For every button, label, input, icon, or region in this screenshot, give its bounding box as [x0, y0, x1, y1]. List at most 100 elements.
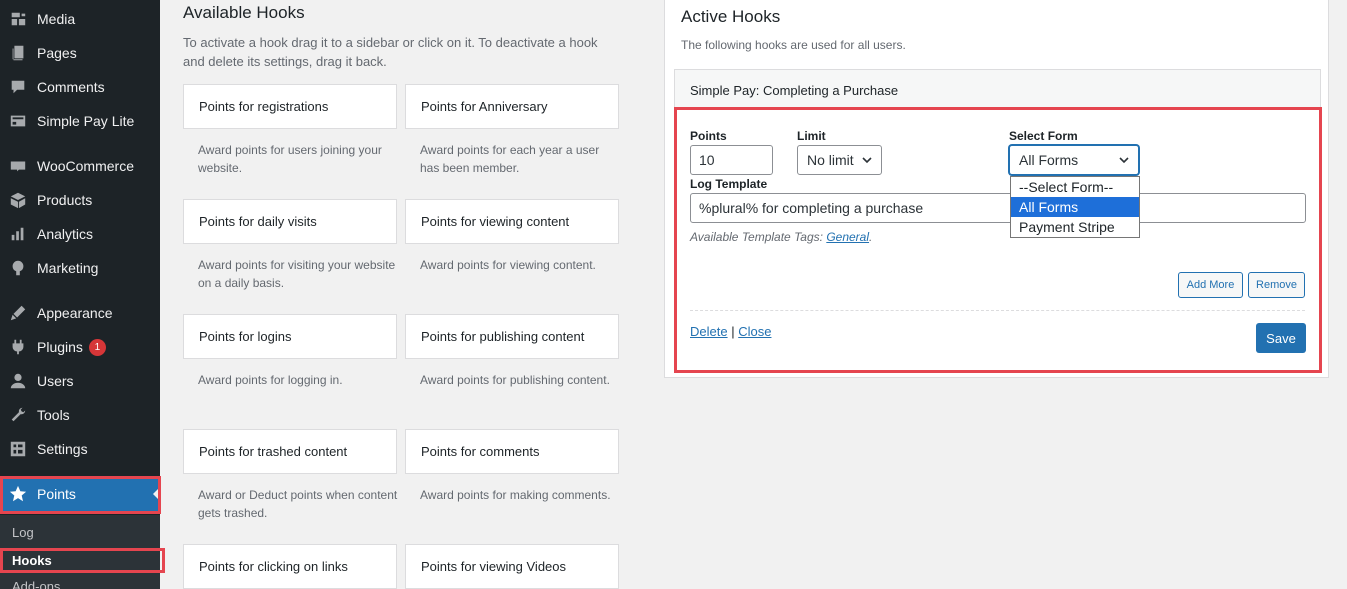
sidebar-item-analytics[interactable]: Analytics — [0, 217, 160, 251]
sidebar-item-label: Points — [37, 486, 76, 502]
sidebar-item-label: Users — [37, 373, 74, 389]
hook-description: Award points for each year a user has be… — [420, 143, 600, 175]
select-form-value: All Forms — [1019, 152, 1079, 168]
log-template-label: Log Template — [690, 177, 768, 191]
tools-icon — [0, 406, 36, 424]
hook-title: Points for logins — [199, 329, 292, 344]
hook-points-for-registrations[interactable]: Points for registrations — [183, 84, 397, 129]
submenu-item-add-ons[interactable]: Add-ons — [12, 579, 60, 589]
settings-icon — [0, 440, 36, 458]
points-input-value: 10 — [699, 152, 715, 168]
active-hook-title: Simple Pay: Completing a Purchase — [690, 82, 899, 98]
close-link[interactable]: Close — [738, 324, 771, 339]
hook-description: Award points for users joining your webs… — [198, 143, 382, 175]
hook-points-for-comments[interactable]: Points for comments — [405, 429, 619, 474]
sidebar-item-label: Analytics — [37, 226, 94, 242]
marketing-icon — [0, 259, 36, 277]
limit-select-value: No limit — [807, 152, 854, 168]
hook-actions: Delete | Close — [690, 324, 771, 339]
plugins-icon — [0, 338, 36, 356]
hook-title: Points for trashed content — [199, 444, 348, 459]
save-button[interactable]: Save — [1256, 323, 1306, 353]
sidebar-item-label: Comments — [37, 79, 105, 95]
sidebar-item-marketing[interactable]: Marketing — [0, 251, 160, 285]
points-label: Points — [690, 129, 727, 143]
sidebar-item-media[interactable]: Media — [0, 2, 160, 36]
sidebar-item-label: Plugins — [37, 339, 83, 355]
sidebar-item-label: Tools — [37, 407, 70, 423]
update-count-badge: 1 — [88, 338, 106, 356]
hook-points-for-daily-visits[interactable]: Points for daily visits — [183, 199, 397, 244]
hook-title: Points for comments — [421, 444, 540, 459]
active-hooks-description: The following hooks are used for all use… — [681, 38, 906, 52]
hook-description: Award or Deduct points when content gets… — [198, 488, 398, 520]
actions-separator: | — [731, 324, 735, 339]
hook-points-for-publishing-content[interactable]: Points for publishing content — [405, 314, 619, 359]
chevron-down-icon — [1119, 157, 1129, 164]
available-hooks-title: Available Hooks — [183, 3, 305, 22]
sidebar-item-comments[interactable]: Comments — [0, 70, 160, 104]
template-tags-suffix: . — [869, 230, 873, 244]
hook-title: Points for daily visits — [199, 214, 317, 229]
template-tags: Available Template Tags: General. — [690, 230, 872, 244]
simple-pay-icon — [0, 112, 36, 130]
sidebar-item-products[interactable]: Products — [0, 183, 160, 217]
sidebar-item-label: Media — [37, 11, 76, 27]
comments-icon — [0, 78, 36, 96]
sidebar-item-tools[interactable]: Tools — [0, 398, 160, 432]
available-hooks-description: To activate a hook drag it to a sidebar … — [183, 35, 598, 69]
sidebar-item-woocommerce[interactable]: WooCommerce — [0, 149, 160, 183]
active-hook-header[interactable]: Simple Pay: Completing a Purchase — [674, 69, 1321, 111]
hook-points-for-viewing-videos[interactable]: Points for viewing Videos — [405, 544, 619, 589]
media-icon — [0, 10, 36, 28]
dropdown-option[interactable]: --Select Form-- — [1011, 177, 1139, 197]
sidebar-item-pages[interactable]: Pages — [0, 36, 160, 70]
hook-points-for-clicking-on-links[interactable]: Points for clicking on links — [183, 544, 397, 589]
sidebar-item-users[interactable]: Users — [0, 364, 160, 398]
remove-button[interactable]: Remove — [1248, 272, 1305, 298]
sidebar-item-points[interactable]: Points — [0, 477, 160, 511]
limit-label: Limit — [797, 129, 826, 143]
points-input[interactable]: 10 — [690, 145, 773, 175]
hook-title: Points for Anniversary — [421, 99, 548, 114]
sidebar-item-label: Products — [37, 192, 93, 208]
hook-points-for-trashed-content[interactable]: Points for trashed content — [183, 429, 397, 474]
sidebar-item-label: Marketing — [37, 260, 99, 276]
hook-points-for-viewing-content[interactable]: Points for viewing content — [405, 199, 619, 244]
products-icon — [0, 191, 36, 209]
add-more-button[interactable]: Add More — [1178, 272, 1243, 298]
hook-points-for-anniversary[interactable]: Points for Anniversary — [405, 84, 619, 129]
admin-sidebar: Media Pages Comments Simple Pay Lite Woo… — [0, 0, 165, 589]
hook-description: Award points for making comments. — [420, 488, 611, 502]
sidebar-item-plugins[interactable]: Plugins 1 — [0, 330, 160, 364]
dropdown-option-selected[interactable]: All Forms — [1011, 197, 1139, 217]
active-hooks-title: Active Hooks — [681, 7, 781, 26]
sidebar-item-appearance[interactable]: Appearance — [0, 296, 160, 330]
submenu-item-hooks[interactable]: Hooks — [12, 553, 52, 568]
hook-points-for-logins[interactable]: Points for logins — [183, 314, 397, 359]
delete-link[interactable]: Delete — [690, 324, 728, 339]
sidebar-item-settings[interactable]: Settings — [0, 432, 160, 466]
appearance-icon — [0, 304, 36, 322]
current-menu-arrow — [153, 487, 160, 501]
hook-title: Points for registrations — [199, 99, 329, 114]
sidebar-item-simple-pay-lite[interactable]: Simple Pay Lite — [0, 104, 160, 138]
log-template-input[interactable]: %plural% for completing a purchase — [690, 193, 1306, 223]
hook-title: Points for clicking on links — [199, 559, 348, 574]
general-tags-link[interactable]: General — [826, 230, 869, 244]
analytics-icon — [0, 225, 36, 243]
select-form-label: Select Form — [1009, 129, 1078, 143]
sidebar-item-label: Simple Pay Lite — [37, 113, 135, 129]
sidebar-item-label: Settings — [37, 441, 88, 457]
hook-description: Award points for publishing content. — [420, 373, 610, 387]
limit-select[interactable]: No limit — [797, 145, 882, 175]
select-form-select[interactable]: All Forms — [1009, 145, 1139, 175]
chevron-down-icon — [862, 157, 872, 164]
form-divider — [690, 310, 1305, 311]
submenu-item-log[interactable]: Log — [12, 525, 34, 540]
hook-description: Award points for viewing content. — [420, 258, 596, 272]
dropdown-option[interactable]: Payment Stripe — [1011, 217, 1139, 237]
template-tags-prefix: Available Template Tags: — [690, 230, 823, 244]
select-form-dropdown: --Select Form-- All Forms Payment Stripe — [1010, 176, 1140, 238]
sidebar-item-label: Pages — [37, 45, 77, 61]
